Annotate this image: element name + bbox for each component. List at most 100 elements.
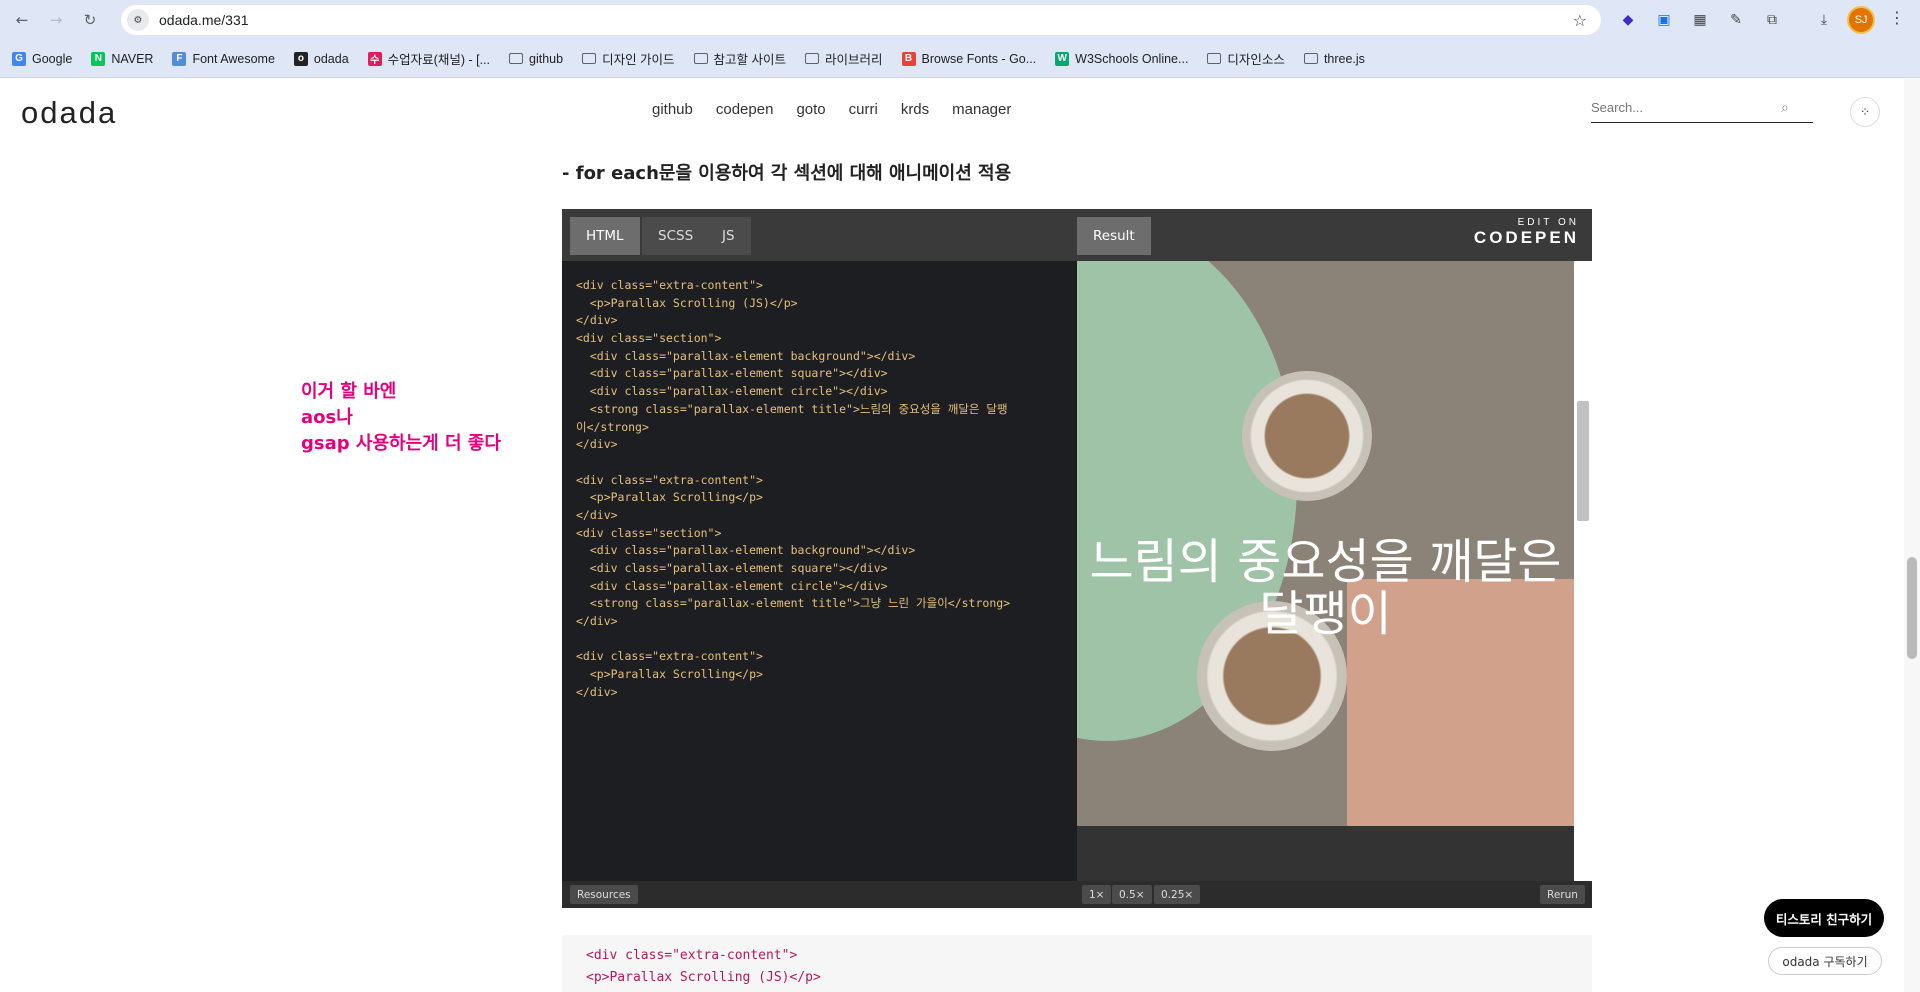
bookmark-label: github [529, 51, 564, 66]
bookmark-label: 수업자료(채널) - [... [387, 53, 490, 67]
codepen-brand: CODEPEN [1473, 228, 1579, 247]
code-line: <p>Parallax Scrolling</p> [576, 490, 763, 505]
forward-icon[interactable]: → [44, 8, 68, 32]
edit-on-codepen-link[interactable]: EDIT ON CODEPEN [1474, 217, 1579, 248]
nav-link-manager[interactable]: manager [952, 101, 1011, 118]
nav-link-goto[interactable]: goto [796, 101, 825, 118]
bookmark-item[interactable]: o odada [293, 51, 349, 66]
code-line: </div> [576, 437, 618, 452]
code-line: </div> [576, 614, 618, 629]
code-line: <div class="parallax-element circle"></d… [576, 578, 888, 593]
bookmark-item[interactable]: 참고할 사이트 [693, 49, 786, 68]
w3schools-icon: W [1055, 51, 1070, 66]
reload-icon[interactable]: ↻ [78, 8, 102, 32]
bookmark-label: odada [313, 51, 349, 66]
code-line: <div class="parallax-element square"></d… [576, 366, 888, 381]
zoom-025x-button[interactable]: 0.25× [1154, 885, 1201, 904]
folder-icon [1303, 53, 1318, 64]
extension-icon[interactable]: ▣ [1652, 8, 1676, 32]
tab-result[interactable]: Result [1077, 217, 1151, 255]
extensions-puzzle-icon[interactable]: ⧉ [1760, 8, 1784, 32]
code-line: <div class="extra-content"> [586, 948, 798, 963]
bookmark-item[interactable]: github [509, 52, 563, 66]
bookmark-item[interactable]: N NAVER [91, 51, 154, 66]
code-line: <strong class="parallax-element title">느… [576, 401, 1008, 416]
extension-icon[interactable]: ◆ [1616, 8, 1640, 32]
bookmark-label: Browse Fonts - Go... [921, 51, 1037, 66]
tab-html[interactable]: HTML [570, 217, 640, 255]
bookmark-item[interactable]: three.js [1303, 51, 1365, 66]
folder-icon [805, 53, 820, 64]
bookmark-item[interactable]: 디자인 가이드 [582, 49, 675, 68]
site-logo[interactable]: odada [21, 95, 117, 131]
bookmark-item[interactable]: 수 수업자료(채널) - [... [367, 49, 490, 68]
nav-link-codepen[interactable]: codepen [716, 101, 774, 118]
code-line: <div class="section"> [576, 525, 722, 540]
eyedropper-icon[interactable]: ✎ [1724, 8, 1748, 32]
rerun-button[interactable]: Rerun [1540, 885, 1585, 904]
bookmark-item[interactable]: F Font Awesome [172, 51, 275, 66]
tab-scss[interactable]: SCSS [642, 217, 710, 255]
url-text[interactable]: odada.me/331 [159, 12, 249, 28]
bookmark-item[interactable]: B Browse Fonts - Go... [901, 51, 1037, 66]
tistory-friend-button[interactable]: 티스토리 친구하기 [1764, 899, 1884, 937]
bookmark-item[interactable]: G Google [12, 51, 73, 66]
note-line: gsap 사용하는게 더 좋다 [301, 433, 501, 454]
bookmark-label: three.js [1323, 51, 1365, 66]
search-box: ⌕ [1591, 93, 1813, 123]
code-line: <strong class="parallax-element title">그… [576, 596, 1011, 611]
folder-icon [509, 53, 523, 64]
note-line: 이거 할 바엔 [301, 381, 397, 402]
zoom-05x-button[interactable]: 0.5× [1112, 885, 1152, 904]
back-icon[interactable]: ← [10, 8, 34, 32]
bookmark-label: NAVER [111, 51, 154, 66]
codepen-embed: HTML SCSS JS Result EDIT ON CODEPEN <div… [562, 209, 1592, 908]
nav-link-curri[interactable]: curri [849, 101, 878, 118]
handwritten-note: 이거 할 바엔 aos나 gsap 사용하는게 더 좋다 [301, 379, 501, 457]
profile-avatar[interactable]: SJ [1847, 6, 1875, 34]
code-line: </div> [576, 313, 618, 328]
code-block: <div class="extra-content"> <p>Parallax … [562, 935, 1592, 992]
code-line: <p>Parallax Scrolling (JS)</p> [586, 970, 821, 985]
zoom-1x-button[interactable]: 1× [1082, 885, 1112, 904]
code-line: <div class="extra-content"> [576, 649, 763, 664]
bookmark-item[interactable]: 디자인소스 [1207, 49, 1285, 68]
result-title: 느림의 중요성을 깨달은 달팽이 [1089, 534, 1562, 642]
odada-icon: o [293, 51, 308, 66]
subscribe-button[interactable]: odada 구독하기 [1768, 947, 1882, 975]
top-navigation: github codepen goto curri krds manager [652, 101, 1034, 118]
site-info-icon[interactable]: ⚙ [127, 9, 149, 31]
result-scrollbar[interactable] [1574, 261, 1592, 881]
bookmark-label: Google [32, 51, 73, 66]
google-icon: G [12, 51, 26, 66]
tab-js[interactable]: JS [706, 217, 751, 255]
bookmark-label: 라이브러리 [825, 53, 883, 67]
extension-icon[interactable]: ▦ [1688, 8, 1712, 32]
page-scrollbar[interactable] [1904, 79, 1920, 992]
result-preview: 느림의 중요성을 깨달은 달팽이 [1077, 261, 1574, 826]
code-line: <div class="section"> [576, 331, 722, 346]
post-heading: - for each문을 이용하여 각 섹션에 대해 애니메이션 적용 [562, 163, 1012, 184]
code-line: </div> [576, 507, 618, 522]
bookmark-star-icon[interactable]: ☆ [1573, 11, 1587, 30]
search-input[interactable] [1591, 100, 1781, 115]
page-scroll-thumb[interactable] [1907, 557, 1917, 659]
search-icon[interactable]: ⌕ [1781, 100, 1789, 116]
bookmark-label: 디자인 가이드 [602, 53, 675, 67]
result-scroll-thumb[interactable] [1577, 401, 1589, 521]
bookmarks-bar: G Google N NAVER F Font Awesome o odada 수 수업자료(채널… [0, 40, 1920, 78]
edit-on-label: EDIT ON [1517, 217, 1579, 228]
menu-dots-icon[interactable]: ⁘ [1850, 97, 1880, 127]
bookmark-item[interactable]: W W3Schools Online... [1055, 51, 1188, 66]
code-line: <p>Parallax Scrolling (JS)</p> [576, 295, 798, 310]
nav-link-github[interactable]: github [652, 101, 693, 118]
html-code-panel[interactable]: <div class="extra-content"> <p>Parallax … [562, 261, 1077, 881]
browser-menu-icon[interactable]: ⋮ [1887, 8, 1907, 32]
resources-button[interactable]: Resources [570, 885, 638, 904]
code-line: <div class="parallax-element square"></d… [576, 561, 888, 575]
address-bar[interactable]: ⚙ odada.me/331 ☆ [121, 5, 1601, 35]
nav-link-krds[interactable]: krds [901, 101, 929, 118]
code-line: <div class="parallax-element background"… [576, 543, 916, 558]
bookmark-item[interactable]: 라이브러리 [805, 49, 883, 68]
download-icon[interactable]: ⤓ [1812, 8, 1836, 32]
